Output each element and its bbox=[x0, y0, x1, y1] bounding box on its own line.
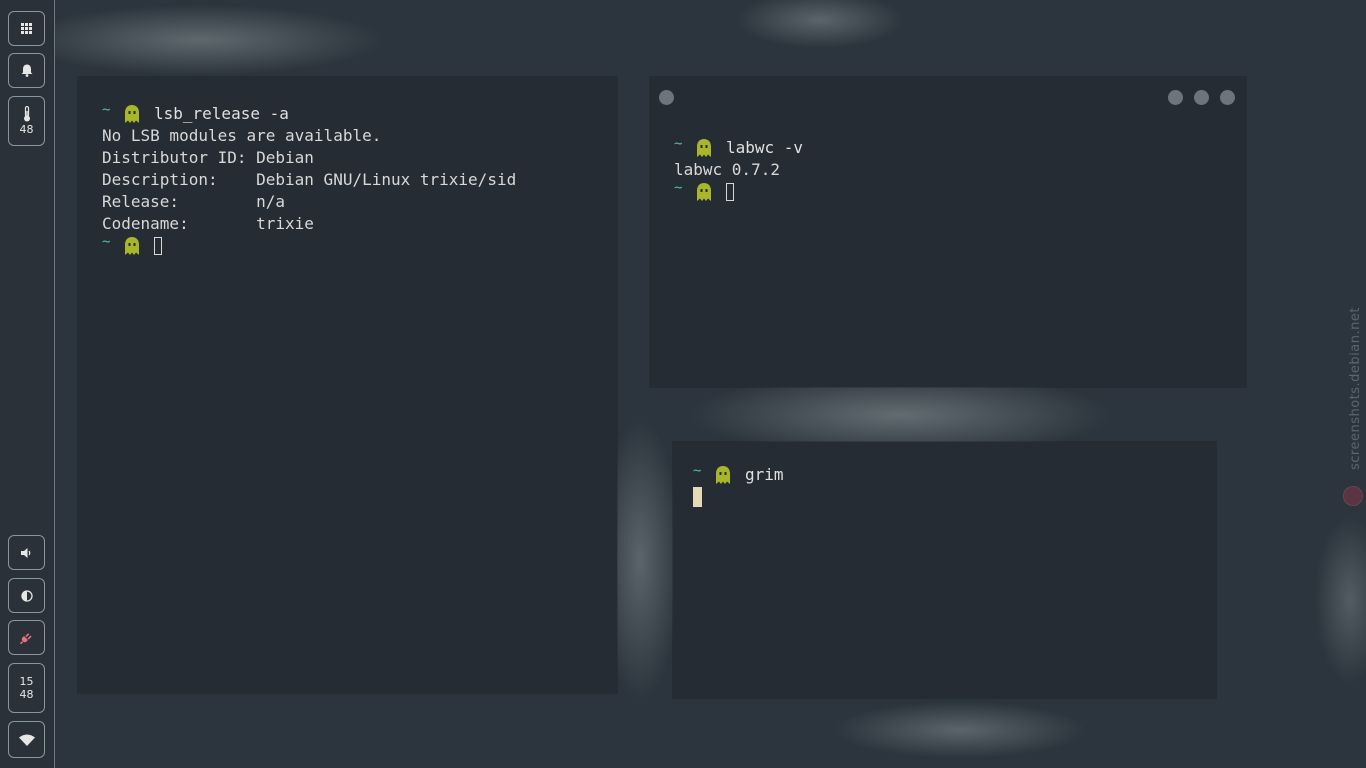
ghost-icon bbox=[697, 183, 711, 201]
prompt-tilde: ~ bbox=[674, 180, 683, 196]
terminal-window-3[interactable]: ~ grim bbox=[673, 442, 1216, 698]
prompt-line: ~ grim bbox=[693, 463, 784, 486]
output-line: Release: n/a bbox=[102, 192, 286, 211]
power-button[interactable] bbox=[8, 620, 45, 655]
desktop: 48 15 48 ~ lsb_release -a No LSB modules… bbox=[0, 0, 1366, 768]
prompt-tilde: ~ bbox=[102, 102, 111, 118]
prompt-tilde: ~ bbox=[674, 136, 683, 152]
prompt-tilde: ~ bbox=[102, 234, 111, 250]
window-menu-button[interactable] bbox=[659, 90, 674, 105]
volume-button[interactable] bbox=[8, 535, 45, 570]
bell-icon bbox=[21, 64, 32, 77]
text-cursor bbox=[726, 183, 734, 201]
grid-icon bbox=[21, 23, 32, 34]
prompt-line: ~ bbox=[674, 180, 803, 203]
minimize-button[interactable] bbox=[1168, 90, 1183, 105]
terminal-content-1: ~ lsb_release -a No LSB modules are avai… bbox=[102, 102, 517, 257]
temperature-value: 48 bbox=[19, 123, 34, 136]
plug-icon bbox=[20, 633, 32, 644]
command-text: labwc -v bbox=[726, 138, 804, 157]
terminal-content-3: ~ grim bbox=[693, 463, 784, 508]
output-line: Distributor ID: Debian bbox=[102, 148, 314, 167]
notifications-button[interactable] bbox=[8, 53, 45, 88]
brightness-button[interactable] bbox=[8, 578, 45, 613]
terminal-content-2: ~ labwc -v labwc 0.7.2 ~ bbox=[674, 136, 804, 203]
half-circle-icon bbox=[20, 589, 33, 602]
speaker-icon bbox=[20, 547, 30, 558]
output-line: Codename: trixie bbox=[102, 214, 314, 233]
apps-button[interactable] bbox=[8, 11, 45, 46]
ghost-icon bbox=[697, 139, 711, 157]
command-text: grim bbox=[745, 465, 784, 484]
side-panel: 48 15 48 bbox=[0, 0, 55, 768]
prompt-line: ~ bbox=[102, 234, 516, 257]
close-button[interactable] bbox=[1220, 90, 1235, 105]
text-cursor bbox=[154, 237, 162, 255]
command-text: lsb_release -a bbox=[154, 104, 289, 123]
ghost-icon bbox=[716, 466, 730, 484]
cursor-line bbox=[693, 486, 784, 508]
temperature-widget[interactable]: 48 bbox=[8, 96, 45, 146]
ghost-icon bbox=[125, 237, 139, 255]
maximize-button[interactable] bbox=[1194, 90, 1209, 105]
network-button[interactable] bbox=[8, 721, 45, 758]
wifi-icon bbox=[18, 734, 35, 746]
prompt-line: ~ labwc -v bbox=[674, 136, 804, 159]
watermark-text: screenshots.debian.net bbox=[1348, 307, 1363, 470]
clock-hour: 15 bbox=[19, 675, 34, 688]
clock-minute: 48 bbox=[19, 688, 34, 701]
terminal-window-2[interactable]: ~ labwc -v labwc 0.7.2 ~ bbox=[650, 77, 1246, 387]
clock-widget[interactable]: 15 48 bbox=[8, 663, 45, 713]
terminal-window-1[interactable]: ~ lsb_release -a No LSB modules are avai… bbox=[78, 77, 617, 693]
prompt-tilde: ~ bbox=[693, 463, 702, 479]
ghost-icon bbox=[125, 105, 139, 123]
text-cursor bbox=[693, 487, 702, 507]
camera-icon bbox=[1343, 486, 1363, 506]
prompt-line: ~ lsb_release -a bbox=[102, 102, 516, 125]
output-line: No LSB modules are available. bbox=[102, 126, 382, 145]
thermometer-icon bbox=[23, 106, 30, 122]
output-line: Description: Debian GNU/Linux trixie/sid bbox=[102, 170, 517, 189]
